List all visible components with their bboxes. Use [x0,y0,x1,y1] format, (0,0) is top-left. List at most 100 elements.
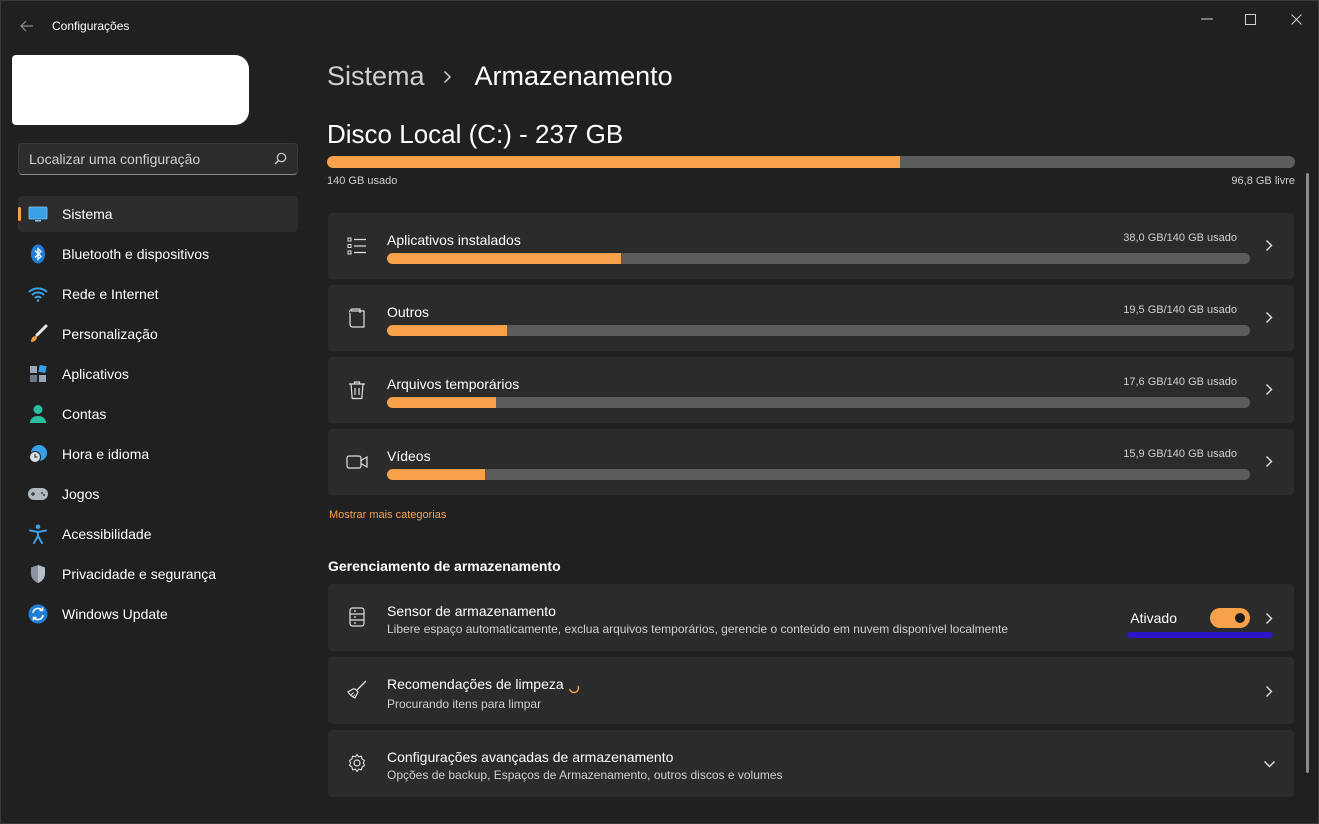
storage-sense-title: Sensor de armazenamento [387,603,556,619]
sidebar-item-personalizacao[interactable]: Personalização [18,316,298,352]
sidebar-item-acessibilidade[interactable]: Acessibilidade [18,516,298,552]
storage-sense-card[interactable]: Sensor de armazenamento Libere espaço au… [328,584,1294,651]
sidebar-item-label: Bluetooth e dispositivos [62,246,210,262]
category-usage: 19,5 GB/140 GB usado [1123,304,1237,316]
storage-sense-description: Libere espaço automaticamente, exclua ar… [387,622,1009,636]
advanced-settings-description: Opções de backup, Espaços de Armazenamen… [387,768,783,782]
sidebar-item-windows-update[interactable]: Windows Update [18,596,298,632]
category-name: Outros [387,304,430,320]
cleanup-title: Recomendações de limpeza [387,676,564,692]
chevron-right-icon [1262,611,1276,625]
account-profile-card[interactable] [12,55,249,125]
category-usage-bar [387,253,1250,264]
app-title: Configurações [52,19,130,33]
maximize-icon [1244,13,1256,25]
category-card-temp-files[interactable]: Arquivos temporários 17,6 GB/140 GB usad… [328,357,1294,423]
category-usage-bar [387,325,1250,336]
category-card-others[interactable]: Outros 19,5 GB/140 GB usado [328,285,1294,351]
cleanup-description: Procurando itens para limpar [387,697,542,711]
disk-usage-bar [327,156,1295,168]
category-name: Arquivos temporários [387,376,520,392]
settings-window: Configurações Sistema [0,0,1319,824]
storage-category-list: Aplicativos instalados 38,0 GB/140 GB us… [328,213,1294,501]
category-usage: 15,9 GB/140 GB usado [1123,448,1237,460]
gear-icon [346,752,368,774]
chevron-right-icon [443,70,457,84]
cleanup-recommendations-card[interactable]: Recomendações de limpeza Procurando iten… [328,657,1294,724]
sidebar-item-label: Jogos [62,486,100,502]
main-content: Sistema Armazenamento Disco Local (C:) -… [311,51,1311,824]
globe-clock-icon [27,443,49,465]
monitor-icon [27,203,49,225]
close-icon [1290,13,1302,25]
category-usage: 38,0 GB/140 GB usado [1123,232,1237,244]
show-more-categories-link[interactable]: Mostrar mais categorias [329,509,446,521]
shield-icon [27,563,49,585]
update-icon [27,603,49,625]
search-input[interactable] [29,149,269,169]
breadcrumb-parent[interactable]: Sistema [327,61,425,92]
sidebar-item-label: Hora e idioma [62,446,150,462]
breadcrumb: Sistema Armazenamento [327,61,673,92]
sidebar-item-hora-idioma[interactable]: Hora e idioma [18,436,298,472]
chevron-right-icon [1262,382,1276,396]
video-icon [346,451,368,473]
storage-drive-icon [346,606,368,628]
category-usage-bar [387,397,1250,408]
advanced-storage-settings-card[interactable]: Configurações avançadas de armazenamento… [328,730,1294,797]
sidebar-item-label: Aplicativos [62,366,129,382]
back-button[interactable] [15,15,39,37]
disk-free-label: 96,8 GB livre [1231,175,1295,187]
minimize-button[interactable] [1187,7,1227,31]
close-button[interactable] [1276,7,1316,31]
wifi-icon [27,283,49,305]
sidebar-item-label: Sistema [62,206,113,222]
sidebar-item-rede[interactable]: Rede e Internet [18,276,298,312]
broom-icon [346,679,368,701]
sidebar-item-privacidade[interactable]: Privacidade e segurança [18,556,298,592]
sidebar-item-label: Privacidade e segurança [62,566,217,582]
category-name: Vídeos [387,448,431,464]
advanced-settings-title: Configurações avançadas de armazenamento [387,749,674,765]
sidebar-item-jogos[interactable]: Jogos [18,476,298,512]
page-title: Armazenamento [474,61,673,91]
sidebar: Sistema Bluetooth e dispositivos Rede e … [1,51,311,824]
category-usage-fill [387,397,496,408]
scrollbar[interactable] [1306,173,1309,773]
chevron-down-icon [1262,757,1276,771]
category-card-installed-apps[interactable]: Aplicativos instalados 38,0 GB/140 GB us… [328,213,1294,279]
brush-icon [27,323,49,345]
maximize-button[interactable] [1230,7,1270,31]
sidebar-item-label: Personalização [62,326,158,342]
storage-sense-toggle[interactable] [1210,608,1250,628]
disk-usage-fill [327,156,901,168]
category-usage-fill [387,253,621,264]
chevron-right-icon [1262,238,1276,252]
minimize-icon [1201,18,1213,20]
category-card-videos[interactable]: Vídeos 15,9 GB/140 GB usado [328,429,1294,495]
person-icon [27,403,49,425]
toggle-state-label: Ativado [1130,610,1177,626]
category-usage-bar [387,469,1250,480]
disk-used-label: 140 GB usado [327,175,398,187]
section-title: Gerenciamento de armazenamento [328,558,561,574]
sidebar-item-contas[interactable]: Contas [18,396,298,432]
title-bar: Configurações [1,1,1318,51]
chevron-right-icon [1262,454,1276,468]
sidebar-item-label: Contas [62,406,107,422]
bluetooth-icon [27,243,49,265]
search-box[interactable] [18,143,298,175]
sidebar-nav: Sistema Bluetooth e dispositivos Rede e … [18,196,298,636]
sidebar-item-aplicativos[interactable]: Aplicativos [18,356,298,392]
category-name: Aplicativos instalados [387,232,521,248]
disk-title: Disco Local (C:) - 237 GB [327,119,624,149]
category-usage-fill [387,469,486,480]
sidebar-item-label: Acessibilidade [62,526,152,542]
document-icon [346,307,368,329]
apps-icon [27,363,49,385]
search-icon[interactable] [274,152,287,170]
loading-spinner-icon [568,681,580,694]
sidebar-item-bluetooth[interactable]: Bluetooth e dispositivos [18,236,298,272]
sidebar-item-label: Rede e Internet [62,286,159,302]
sidebar-item-sistema[interactable]: Sistema [18,196,298,232]
